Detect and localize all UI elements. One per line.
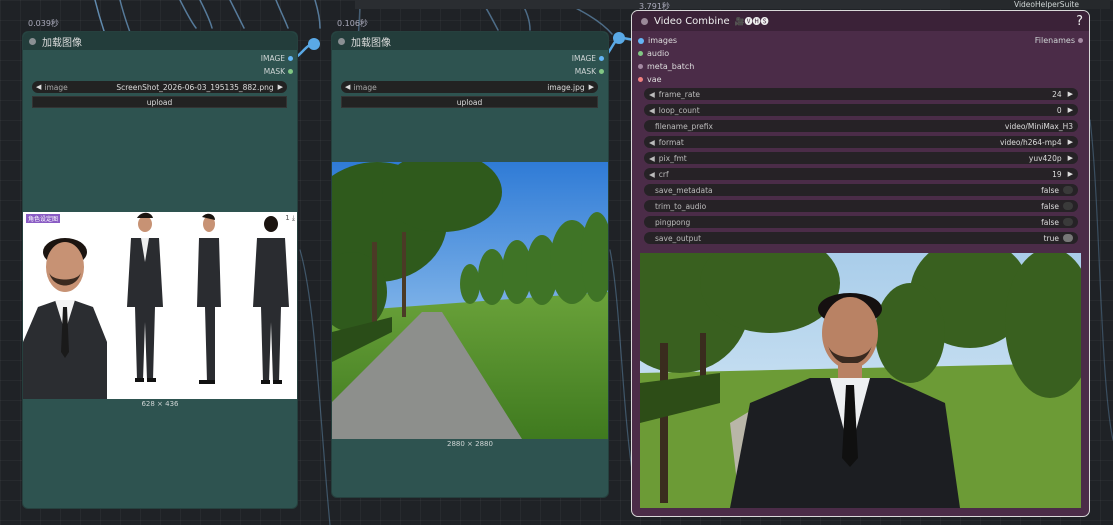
socket-icon[interactable] (638, 37, 644, 44)
output-filenames[interactable]: Filenames (1035, 36, 1083, 45)
preview-badge: 角色设定图 (26, 214, 61, 223)
upload-button[interactable]: upload (341, 96, 598, 108)
execution-time: 0.106秒 (337, 19, 368, 28)
arrow-left-icon[interactable]: ◀ (345, 83, 350, 91)
output-mask[interactable]: MASK (575, 67, 604, 76)
help-icon[interactable]: ? (1076, 14, 1083, 29)
park-photo (332, 162, 608, 439)
frame-rate-widget[interactable]: ◀ frame_rate 24 ▶ (644, 88, 1078, 100)
video-frame (640, 253, 1081, 508)
video-combine-node[interactable]: Video Combine 🎥🅥🅗🅢 ? images audio meta_b… (631, 10, 1090, 517)
arrow-left-icon[interactable]: ◀ (649, 138, 655, 147)
save-metadata-toggle[interactable]: save_metadata false (644, 184, 1078, 196)
node-header[interactable]: 加载图像 (332, 32, 608, 50)
arrow-right-icon[interactable]: ▶ (589, 83, 594, 91)
arrow-left-icon[interactable]: ◀ (649, 106, 655, 115)
crf-widget[interactable]: ◀ crf 19 ▶ (644, 168, 1078, 180)
arrow-right-icon[interactable]: ▶ (1068, 138, 1073, 146)
filename-prefix-widget[interactable]: filename_prefix video/MiniMax_H3 (644, 120, 1078, 132)
character-sheet-illustration (23, 212, 289, 399)
save-output-toggle[interactable]: save_output true (644, 232, 1078, 244)
collapse-dot-icon[interactable] (338, 37, 345, 45)
arrow-right-icon[interactable]: ▶ (1068, 154, 1073, 162)
input-meta-batch[interactable]: meta_batch (638, 62, 694, 71)
arrow-right-icon[interactable]: ▶ (1068, 90, 1073, 98)
image-select[interactable]: ◀ image ScreenShot_2026-06-03_195135_882… (32, 81, 287, 93)
arrow-left-icon[interactable]: ◀ (649, 154, 655, 163)
input-vae[interactable]: vae (638, 75, 662, 84)
pix-fmt-widget[interactable]: ◀ pix_fmt yuv420p ▶ (644, 152, 1078, 164)
image-dimensions: 2880 × 2880 (447, 440, 493, 448)
socket-icon[interactable] (288, 56, 293, 61)
execution-time: 0.039秒 (28, 19, 59, 28)
loop-count-widget[interactable]: ◀ loop_count 0 ▶ (644, 104, 1078, 116)
socket-icon[interactable] (599, 56, 604, 61)
vhs-badge-icon: 🎥🅥🅗🅢 (734, 16, 769, 26)
socket-icon[interactable] (638, 64, 643, 69)
collapse-dot-icon[interactable] (641, 17, 648, 25)
toggle-icon[interactable] (1063, 186, 1073, 194)
node-title: Video Combine (654, 15, 730, 27)
toggle-icon[interactable] (1063, 202, 1073, 210)
upload-button[interactable]: upload (32, 96, 287, 108)
input-images[interactable]: images (638, 36, 677, 45)
output-image[interactable]: IMAGE (261, 54, 293, 63)
load-image-node-2[interactable]: 加载图像 IMAGE MASK ◀ image image.jpg ▶ uplo… (331, 31, 609, 498)
image-select[interactable]: ◀ image image.jpg ▶ (341, 81, 598, 93)
socket-icon[interactable] (1078, 38, 1083, 43)
load-image-node[interactable]: 加载图像 IMAGE MASK ◀ image ScreenShot_2026-… (22, 31, 298, 509)
image-dimensions: 628 × 436 (141, 400, 179, 408)
collapse-dot-icon[interactable] (29, 37, 36, 45)
node-header[interactable]: Video Combine 🎥🅥🅗🅢 ? (632, 11, 1089, 31)
node-title: 加载图像 (42, 37, 82, 49)
input-audio[interactable]: audio (638, 49, 669, 58)
node-label: VideoHelperSuite (1014, 0, 1079, 9)
park-image-preview (332, 162, 608, 439)
node-title: 加载图像 (351, 37, 391, 49)
format-widget[interactable]: ◀ format video/h264-mp4 ▶ (644, 136, 1078, 148)
pingpong-toggle[interactable]: pingpong false (644, 216, 1078, 228)
toggle-icon[interactable] (1063, 218, 1073, 226)
trim-to-audio-toggle[interactable]: trim_to_audio false (644, 200, 1078, 212)
arrow-left-icon[interactable]: ◀ (649, 90, 655, 99)
arrow-left-icon[interactable]: ◀ (36, 83, 41, 91)
video-preview[interactable] (640, 253, 1081, 508)
socket-icon[interactable] (638, 51, 643, 56)
arrow-left-icon[interactable]: ◀ (649, 170, 655, 179)
arrow-right-icon[interactable]: ▶ (1068, 170, 1073, 178)
node-header[interactable]: 加载图像 (23, 32, 297, 50)
toggle-icon[interactable] (1063, 234, 1073, 242)
output-mask[interactable]: MASK (264, 67, 293, 76)
output-image[interactable]: IMAGE (572, 54, 604, 63)
image-preview: 角色设定图 1 ⤓ (23, 212, 297, 399)
socket-icon[interactable] (638, 77, 643, 82)
arrow-right-icon[interactable]: ▶ (1068, 106, 1073, 114)
socket-icon[interactable] (599, 69, 604, 74)
socket-icon[interactable] (288, 69, 293, 74)
preview-controls-icon: 1 ⤓ (285, 214, 295, 222)
arrow-right-icon[interactable]: ▶ (278, 83, 283, 91)
